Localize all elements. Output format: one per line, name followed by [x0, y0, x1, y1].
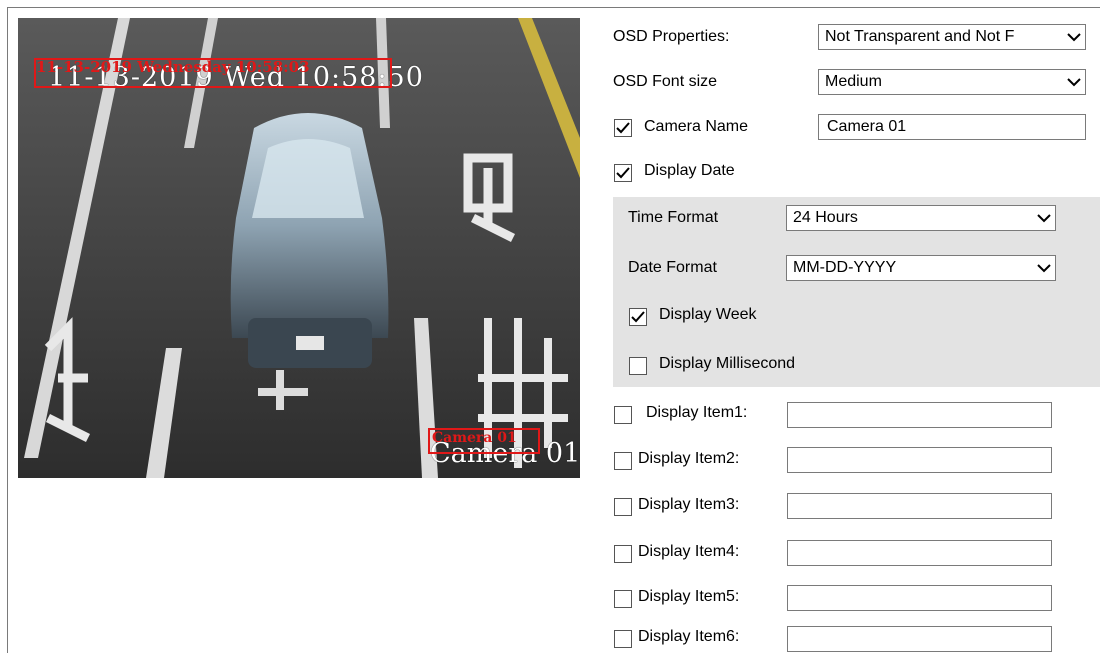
camera-name-input[interactable]: Camera 01	[818, 114, 1086, 140]
display-week-checkbox[interactable]	[629, 308, 647, 326]
display-item6-checkbox[interactable]	[614, 630, 632, 648]
display-item2-input[interactable]	[787, 447, 1052, 473]
checkmark-icon	[616, 122, 630, 134]
osd-date-preview-label: 11-13-2019 Wednesday 10:58:03	[36, 58, 310, 76]
chevron-down-icon	[1033, 207, 1055, 229]
display-week-label: Display Week	[659, 306, 757, 323]
osd-properties-label: OSD Properties:	[613, 28, 730, 45]
osd-font-size-value: Medium	[825, 73, 882, 90]
display-item2-label: Display Item2:	[638, 450, 740, 467]
chevron-down-icon	[1063, 26, 1085, 48]
osd-font-size-label: OSD Font size	[613, 73, 718, 90]
display-item5-label: Display Item5:	[638, 588, 740, 605]
camera-name-checkbox[interactable]	[614, 119, 632, 137]
display-millisecond-checkbox[interactable]	[629, 357, 647, 375]
osd-properties-select[interactable]: Not Transparent and Not F	[818, 24, 1086, 50]
osd-font-size-select[interactable]: Medium	[818, 69, 1086, 95]
display-item5-input[interactable]	[787, 585, 1052, 611]
display-item6-label: Display Item6:	[638, 628, 740, 645]
time-format-select[interactable]: 24 Hours	[786, 205, 1056, 231]
osd-camera-preview-label: Camera 01	[432, 430, 517, 446]
time-format-value: 24 Hours	[793, 209, 858, 226]
checkmark-icon	[616, 167, 630, 179]
display-item3-input[interactable]	[787, 493, 1052, 519]
display-item4-checkbox[interactable]	[614, 545, 632, 563]
display-item3-label: Display Item3:	[638, 496, 740, 513]
date-format-label: Date Format	[628, 259, 717, 276]
display-item1-label: Display Item1:	[646, 404, 748, 421]
time-format-label: Time Format	[628, 209, 719, 226]
checkmark-icon	[631, 311, 645, 323]
display-item1-input[interactable]	[787, 402, 1052, 428]
display-item4-input[interactable]	[787, 540, 1052, 566]
osd-properties-value: Not Transparent and Not F	[825, 28, 1015, 45]
display-date-label: Display Date	[644, 162, 735, 179]
display-date-checkbox[interactable]	[614, 164, 632, 182]
camera-name-label: Camera Name	[644, 118, 749, 135]
display-item4-label: Display Item4:	[638, 543, 740, 560]
display-item1-checkbox[interactable]	[614, 406, 632, 424]
display-item6-input[interactable]	[787, 626, 1052, 652]
display-item2-checkbox[interactable]	[614, 452, 632, 470]
chevron-down-icon	[1033, 257, 1055, 279]
video-preview: 11-13-2019 Wed 10:58:50 11-13-2019 Wedne…	[18, 18, 580, 478]
display-item3-checkbox[interactable]	[614, 498, 632, 516]
chevron-down-icon	[1063, 71, 1085, 93]
display-item5-checkbox[interactable]	[614, 590, 632, 608]
date-format-value: MM-DD-YYYY	[793, 259, 897, 276]
display-millisecond-label: Display Millisecond	[659, 355, 796, 372]
date-format-select[interactable]: MM-DD-YYYY	[786, 255, 1056, 281]
